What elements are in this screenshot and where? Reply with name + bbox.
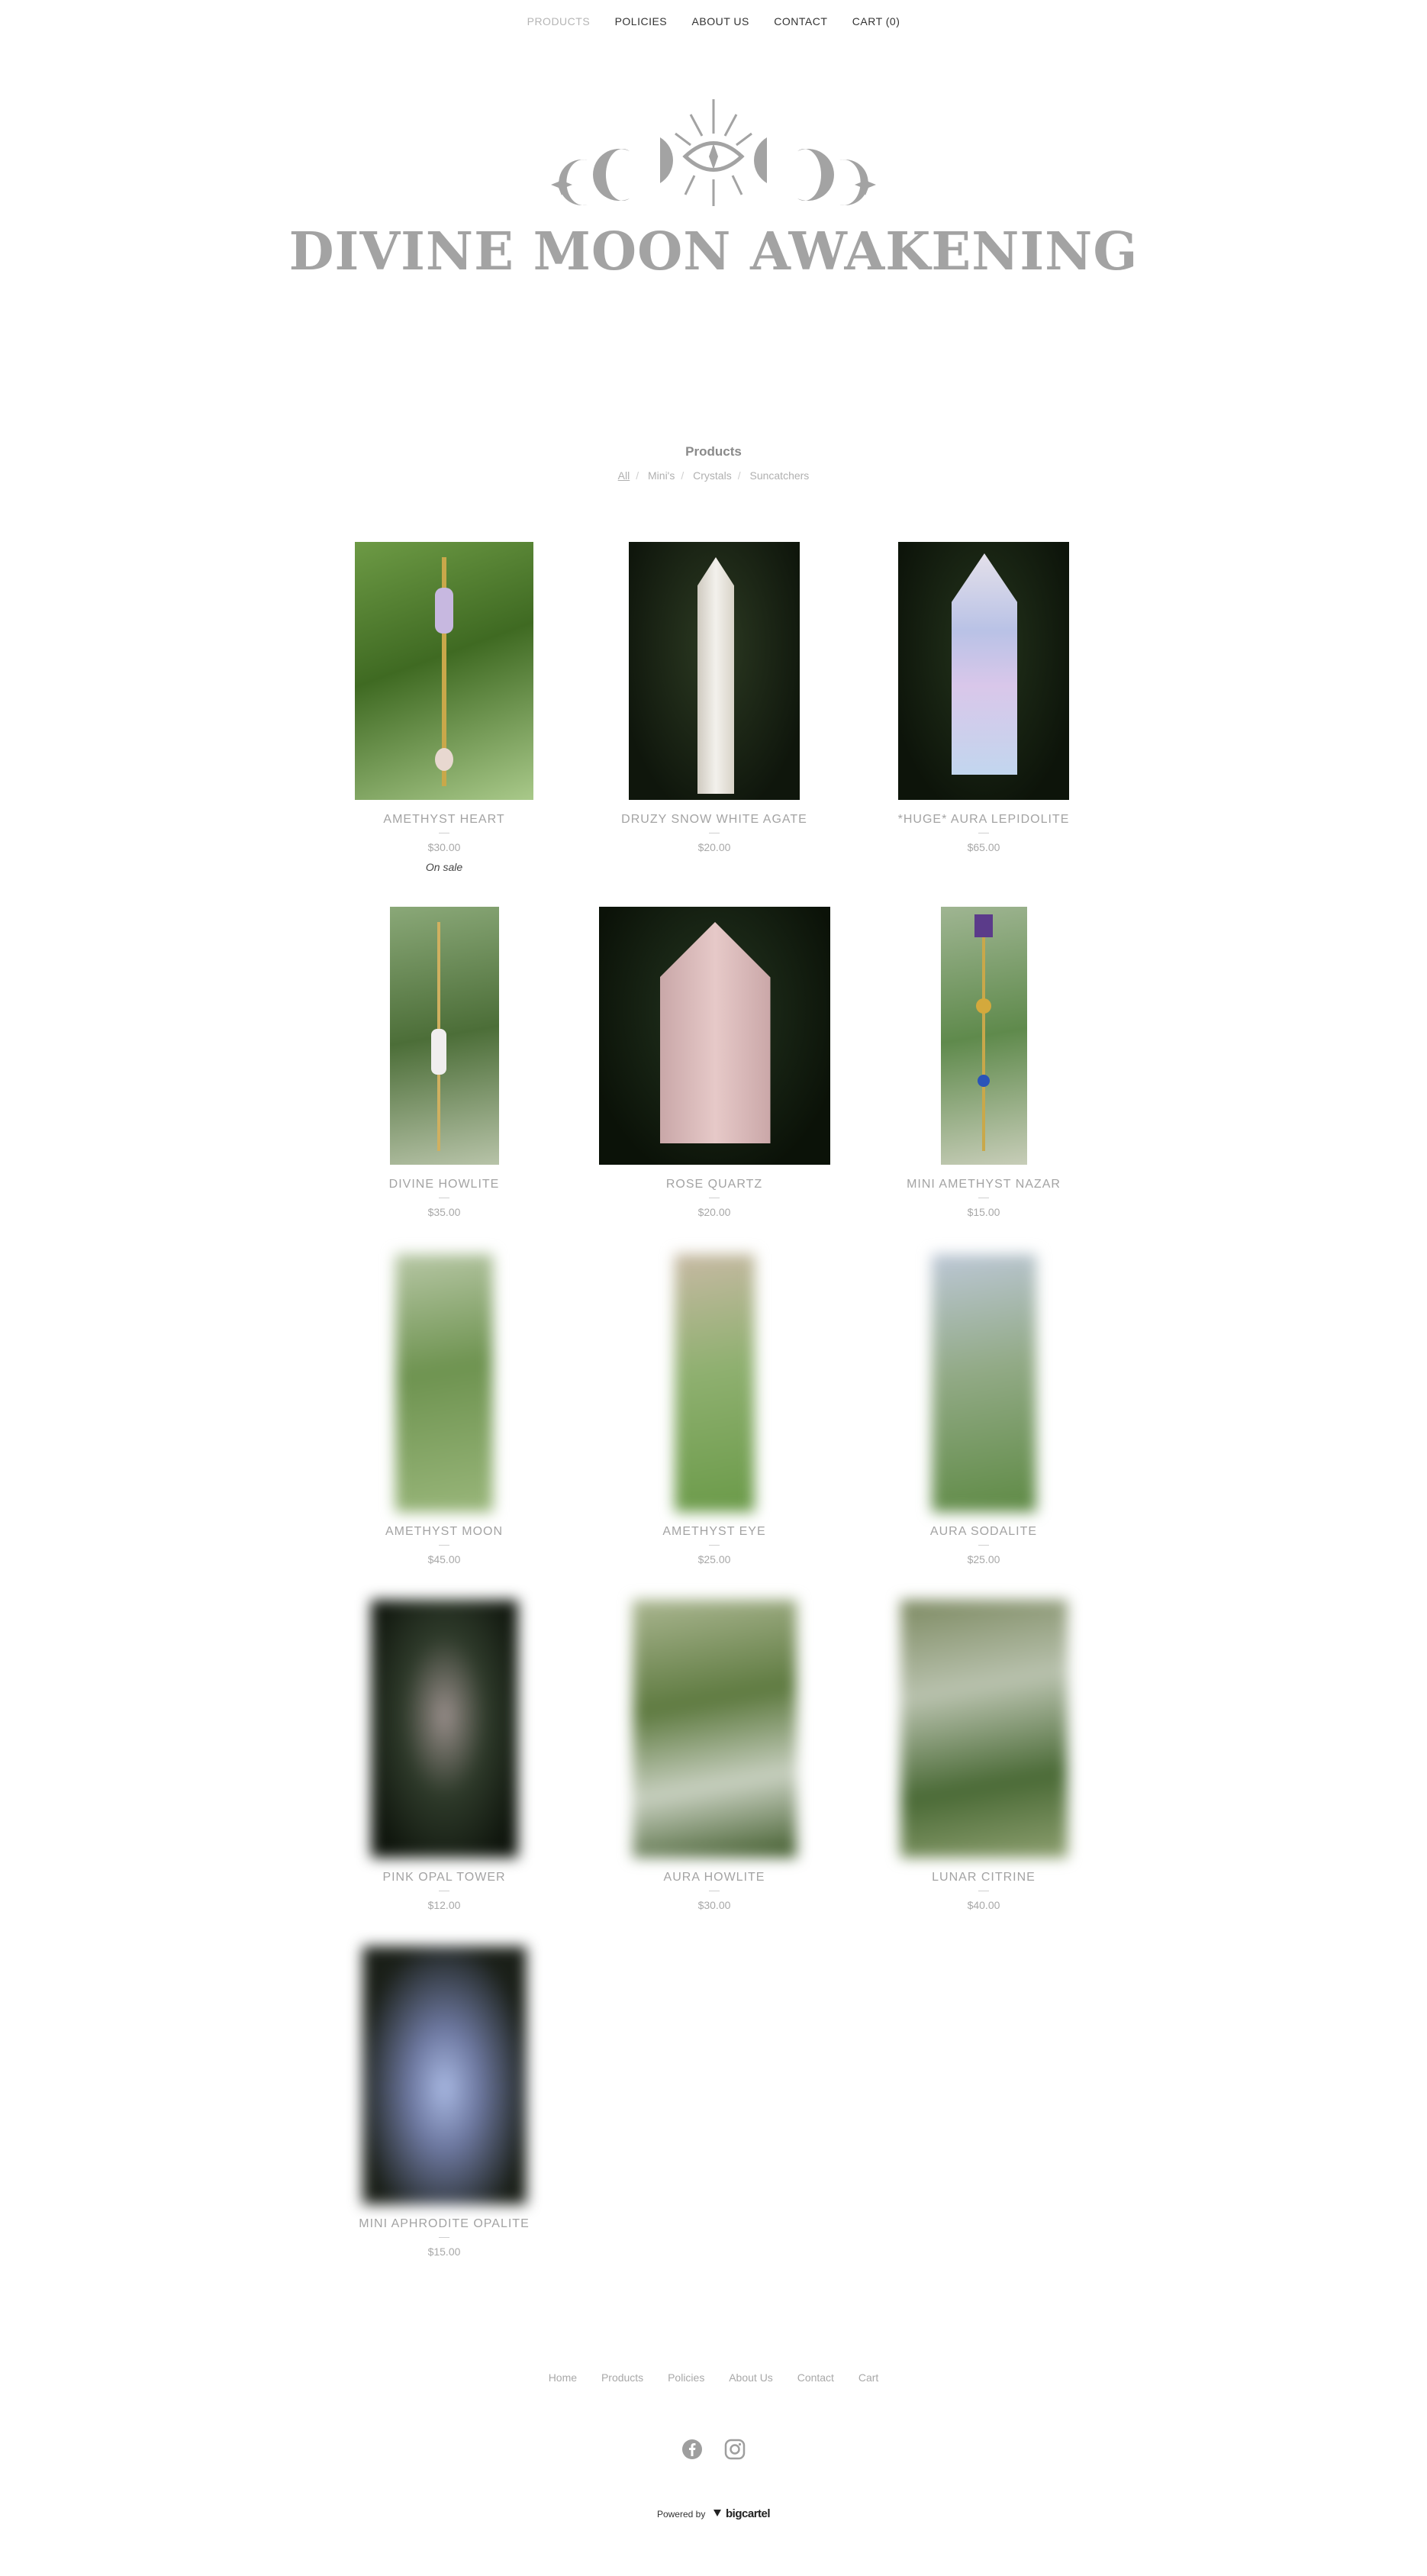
product-card[interactable]: AMETHYST MOON $45.00 (314, 1254, 574, 1565)
product-name[interactable]: PINK OPAL TOWER (314, 1871, 574, 1884)
product-card[interactable]: MINI APHRODITE OPALITE $15.00 (314, 1946, 574, 2258)
product-name[interactable]: *HUGE* AURA LEPIDOLITE (854, 813, 1113, 827)
product-name[interactable]: AMETHYST EYE (585, 1525, 844, 1539)
brand-name: DIVINE MOON AWAKENING (288, 221, 1139, 282)
product-image[interactable] (674, 1254, 755, 1512)
product-image[interactable] (598, 907, 830, 1165)
product-card[interactable]: DIVINE HOWLITE $35.00 (314, 907, 574, 1218)
footer-nav: Home Products Policies About Us Contact … (0, 2371, 1427, 2384)
product-image[interactable] (632, 1600, 797, 1858)
product-image[interactable] (898, 542, 1069, 800)
category-all[interactable]: All (618, 469, 630, 482)
product-name[interactable]: LUNAR CITRINE (854, 1871, 1113, 1884)
product-price: $25.00 (967, 1553, 1000, 1565)
divider (978, 1545, 989, 1546)
product-card[interactable]: AMETHYST HEART $30.00 On sale (314, 542, 574, 873)
product-card[interactable]: AURA SODALITE $25.00 (854, 1254, 1113, 1565)
product-card[interactable]: LUNAR CITRINE $40.00 (854, 1600, 1113, 1911)
product-name[interactable]: MINI AMETHYST NAZAR (854, 1178, 1113, 1191)
divider (439, 2237, 449, 2238)
product-image[interactable] (370, 1600, 518, 1858)
social-links (0, 2439, 1427, 2464)
product-card[interactable]: *HUGE* AURA LEPIDOLITE $65.00 (854, 542, 1113, 853)
product-name[interactable]: AMETHYST MOON (314, 1525, 574, 1539)
product-name[interactable]: DRUZY SNOW WHITE AGATE (585, 813, 844, 827)
product-image[interactable] (395, 1254, 493, 1512)
footer-about-us[interactable]: About Us (729, 2371, 773, 2384)
sale-badge: On sale (425, 861, 463, 873)
nav-cart[interactable]: CART (0) (852, 15, 900, 27)
top-nav: PRODUCTS POLICIES ABOUT US CONTACT CART … (0, 15, 1427, 27)
nav-contact[interactable]: CONTACT (774, 15, 827, 27)
product-name[interactable]: AURA SODALITE (854, 1525, 1113, 1539)
nav-policies[interactable]: POLICIES (615, 15, 668, 27)
product-name[interactable]: AURA HOWLITE (585, 1871, 844, 1884)
product-image[interactable] (940, 907, 1027, 1165)
product-price: $45.00 (427, 1553, 461, 1565)
nav-about-us[interactable]: ABOUT US (692, 15, 749, 27)
product-card[interactable]: DRUZY SNOW WHITE AGATE $20.00 (585, 542, 844, 853)
product-card[interactable]: MINI AMETHYST NAZAR $15.00 (854, 907, 1113, 1218)
divider (709, 1545, 720, 1546)
product-price: $65.00 (967, 841, 1000, 853)
product-price: $20.00 (697, 841, 731, 853)
divider (439, 1545, 449, 1546)
product-card[interactable]: AURA HOWLITE $30.00 (585, 1600, 844, 1911)
product-card[interactable]: AMETHYST EYE $25.00 (585, 1254, 844, 1565)
product-image[interactable] (389, 907, 499, 1165)
bigcartel-icon (713, 2508, 722, 2520)
footer-home[interactable]: Home (549, 2371, 577, 2384)
category-suncatchers[interactable]: Suncatchers (749, 469, 809, 482)
product-card[interactable]: ROSE QUARTZ $20.00 (585, 907, 844, 1218)
product-image[interactable] (362, 1946, 527, 2204)
footer-products[interactable]: Products (601, 2371, 643, 2384)
product-name[interactable]: DIVINE HOWLITE (314, 1178, 574, 1191)
product-name[interactable]: ROSE QUARTZ (585, 1178, 844, 1191)
product-price: $25.00 (697, 1553, 731, 1565)
nav-products[interactable]: PRODUCTS (527, 15, 591, 27)
product-price: $35.00 (427, 1206, 461, 1218)
product-card[interactable]: PINK OPAL TOWER $12.00 (314, 1600, 574, 1911)
product-price: $40.00 (967, 1899, 1000, 1911)
footer-policies[interactable]: Policies (668, 2371, 704, 2384)
category-crystals[interactable]: Crystals (693, 469, 732, 482)
product-name[interactable]: MINI APHRODITE OPALITE (314, 2217, 574, 2231)
page-title: Products (685, 444, 742, 459)
facebook-icon[interactable] (681, 2439, 703, 2464)
product-image[interactable] (355, 542, 533, 800)
product-name[interactable]: AMETHYST HEART (314, 813, 574, 827)
category-minis[interactable]: Mini's (648, 469, 675, 482)
product-image[interactable] (900, 1600, 1068, 1858)
product-image[interactable] (931, 1254, 1036, 1512)
product-price: $20.00 (697, 1206, 731, 1218)
product-price: $12.00 (427, 1899, 461, 1911)
product-price: $30.00 (427, 841, 461, 853)
category-filter: All / Mini's / Crystals / Suncatchers (617, 469, 810, 482)
footer-contact[interactable]: Contact (797, 2371, 834, 2384)
footer-cart[interactable]: Cart (858, 2371, 878, 2384)
product-price: $15.00 (427, 2246, 461, 2258)
product-image[interactable] (629, 542, 800, 800)
powered-by[interactable]: Powered by bigcartel (0, 2507, 1427, 2520)
instagram-icon[interactable] (724, 2439, 746, 2464)
product-price: $15.00 (967, 1206, 1000, 1218)
powered-by-label: Powered by (656, 2509, 706, 2520)
platform-name: bigcartel (726, 2507, 771, 2520)
product-price: $30.00 (697, 1899, 731, 1911)
